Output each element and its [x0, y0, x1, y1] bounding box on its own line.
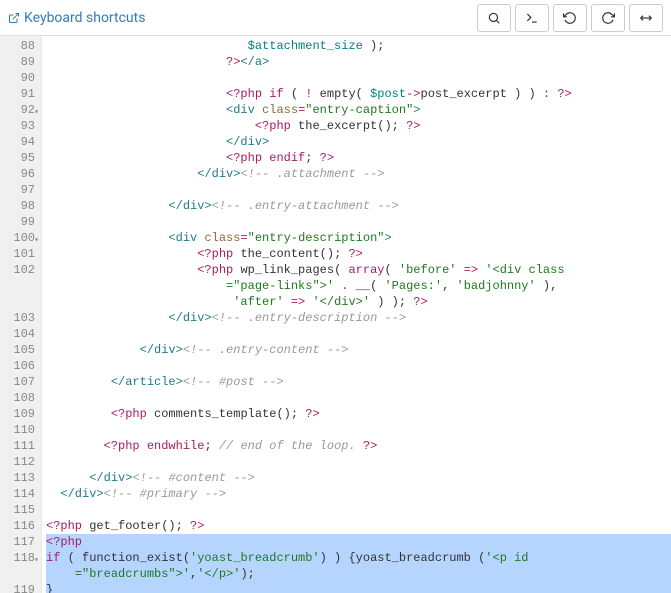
code-line[interactable]: <?php endif; ?>: [46, 150, 671, 166]
code-line[interactable]: }: [46, 582, 671, 593]
keyboard-shortcuts-link[interactable]: Keyboard shortcuts: [8, 10, 145, 26]
line-number: 119: [4, 582, 35, 593]
line-number: 104: [4, 326, 35, 342]
code-content[interactable]: $attachment_size ); ?></a> <?php if ( ! …: [42, 36, 671, 593]
line-number: 96: [4, 166, 35, 182]
code-line[interactable]: [46, 326, 671, 342]
line-number: 94: [4, 134, 35, 150]
line-number: 115: [4, 502, 35, 518]
line-number: 108: [4, 390, 35, 406]
code-line[interactable]: <?php get_footer(); ?>: [46, 518, 671, 534]
undo-button[interactable]: [553, 4, 587, 32]
code-line[interactable]: </div><!-- .entry-description -->: [46, 310, 671, 326]
code-line[interactable]: <?php endwhile; // end of the loop. ?>: [46, 438, 671, 454]
code-line[interactable]: [46, 358, 671, 374]
code-line[interactable]: </div><!-- #primary -->: [46, 486, 671, 502]
line-number: 101: [4, 246, 35, 262]
line-number: 116: [4, 518, 35, 534]
line-number: 109: [4, 406, 35, 422]
line-number: 106: [4, 358, 35, 374]
editor-header: Keyboard shortcuts: [0, 0, 671, 36]
search-icon: [487, 11, 501, 25]
code-line[interactable]: [46, 70, 671, 86]
code-line[interactable]: <?php the_content(); ?>: [46, 246, 671, 262]
code-line[interactable]: </div>: [46, 134, 671, 150]
line-number: 90: [4, 70, 35, 86]
line-number: 114: [4, 486, 35, 502]
line-number: 99: [4, 214, 35, 230]
line-number: 113: [4, 470, 35, 486]
line-number: [4, 294, 35, 310]
code-line[interactable]: if ( function_exist('yoast_breadcrumb') …: [46, 550, 671, 566]
code-line[interactable]: </div><!-- .entry-content -->: [46, 342, 671, 358]
code-line[interactable]: [46, 502, 671, 518]
code-line[interactable]: </article><!-- #post -->: [46, 374, 671, 390]
line-number: 103: [4, 310, 35, 326]
code-line[interactable]: ?></a>: [46, 54, 671, 70]
line-gutter: 8889909192▾93949596979899100▾10110210310…: [0, 36, 42, 593]
console-button[interactable]: [515, 4, 549, 32]
search-button[interactable]: [477, 4, 511, 32]
code-line[interactable]: </div><!-- .entry-attachment -->: [46, 198, 671, 214]
line-number: 118▾: [4, 550, 35, 566]
line-number: 112: [4, 454, 35, 470]
wrap-button[interactable]: [629, 4, 663, 32]
code-line[interactable]: [46, 454, 671, 470]
code-line[interactable]: <?php if ( ! empty( $post->post_excerpt …: [46, 86, 671, 102]
line-number: 111: [4, 438, 35, 454]
code-line[interactable]: [46, 422, 671, 438]
line-number: [4, 566, 35, 582]
editor-toolbar: [477, 4, 663, 32]
terminal-icon: [525, 11, 539, 25]
code-editor[interactable]: 8889909192▾93949596979899100▾10110210310…: [0, 36, 671, 593]
redo-button[interactable]: [591, 4, 625, 32]
line-number: 107: [4, 374, 35, 390]
code-line[interactable]: 'after' => '</div>' ) ); ?>: [46, 294, 671, 310]
line-number: 105: [4, 342, 35, 358]
arrows-horizontal-icon: [639, 11, 653, 25]
line-number: [4, 278, 35, 294]
code-line[interactable]: <?php the_excerpt(); ?>: [46, 118, 671, 134]
code-line[interactable]: <?php: [46, 534, 671, 550]
code-line[interactable]: </div><!-- .attachment -->: [46, 166, 671, 182]
code-line[interactable]: <div class="entry-caption">: [46, 102, 671, 118]
code-line[interactable]: [46, 390, 671, 406]
code-line[interactable]: </div><!-- #content -->: [46, 470, 671, 486]
code-line[interactable]: [46, 214, 671, 230]
line-number: 110: [4, 422, 35, 438]
code-line[interactable]: ="breadcrumbs">','</p>');: [46, 566, 671, 582]
code-line[interactable]: ="page-links">' . __( 'Pages:', 'badjohn…: [46, 278, 671, 294]
line-number: 93: [4, 118, 35, 134]
redo-icon: [601, 11, 615, 25]
line-number: 88: [4, 38, 35, 54]
code-line[interactable]: <?php comments_template(); ?>: [46, 406, 671, 422]
line-number: 95: [4, 150, 35, 166]
line-number: 91: [4, 86, 35, 102]
code-line[interactable]: [46, 182, 671, 198]
line-number: 98: [4, 198, 35, 214]
undo-icon: [563, 11, 577, 25]
external-link-icon: [8, 12, 20, 24]
line-number: 89: [4, 54, 35, 70]
code-line[interactable]: $attachment_size );: [46, 38, 671, 54]
line-number: 102: [4, 262, 35, 278]
keyboard-shortcuts-label: Keyboard shortcuts: [24, 10, 145, 26]
line-number: 92▾: [4, 102, 35, 118]
line-number: 117: [4, 534, 35, 550]
code-line[interactable]: <div class="entry-description">: [46, 230, 671, 246]
line-number: 100▾: [4, 230, 35, 246]
line-number: 97: [4, 182, 35, 198]
code-line[interactable]: <?php wp_link_pages( array( 'before' => …: [46, 262, 671, 278]
